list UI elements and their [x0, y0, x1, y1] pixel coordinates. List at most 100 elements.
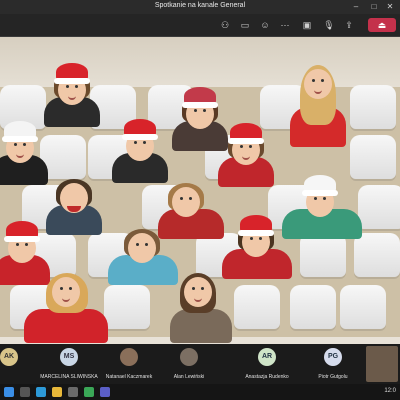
avatar: AK — [0, 348, 18, 366]
participant-name: Alan Lewiński — [173, 374, 205, 380]
beanie-hat-icon — [2, 121, 38, 142]
participant-tile[interactable]: AR Anastazja Rudenko — [234, 346, 300, 382]
eye — [240, 145, 243, 148]
avatar: MS — [60, 348, 78, 366]
eye — [16, 243, 19, 246]
participant-video[interactable] — [108, 215, 178, 285]
eye — [321, 79, 324, 82]
participant-tile[interactable]: PG Piotr Gutgolu — [300, 346, 366, 382]
eye — [192, 287, 195, 290]
seat — [350, 85, 396, 129]
participant-video[interactable] — [44, 57, 100, 127]
seat — [290, 285, 336, 329]
santa-hat-icon — [228, 123, 264, 144]
santa-hat-icon — [54, 63, 90, 84]
santa-hat-icon — [122, 119, 158, 140]
avatar: PG — [324, 348, 342, 366]
participant-name: Natanael Kaczmarek — [105, 374, 153, 380]
eye — [69, 287, 72, 290]
eye — [203, 109, 206, 112]
glasses-icon — [145, 243, 148, 246]
seat — [354, 233, 400, 277]
edge-icon[interactable] — [36, 387, 46, 397]
self-view-video[interactable] — [366, 346, 398, 382]
title-bar: Spotkanie na kanale General – □ ✕ — [0, 0, 400, 14]
eye — [194, 109, 197, 112]
glasses-icon — [136, 243, 139, 246]
participant-body — [24, 309, 108, 343]
leave-button[interactable]: ⏏ — [368, 18, 396, 32]
eye — [66, 85, 69, 88]
eye — [75, 85, 78, 88]
eye — [259, 237, 262, 240]
participant-video[interactable] — [282, 169, 362, 239]
share-icon[interactable]: ⇪ — [342, 18, 356, 32]
participant-tile[interactable]: Natanael Kaczmarek — [96, 346, 162, 382]
clock: 12:0 — [384, 388, 396, 394]
mic-icon[interactable]: 🎙 — [322, 18, 336, 32]
meeting-toolbar: ⚇ ▭ ☺ ⋯ ▣ 🎙 ⇪ ⏏ — [0, 14, 400, 37]
eye — [143, 141, 146, 144]
participant-name: Piotr Gutgolu — [318, 374, 348, 380]
participant-tile[interactable]: MS MARCELINA ŚLIWIŃSKA — [36, 346, 102, 382]
avatar: AR — [258, 348, 276, 366]
close-icon[interactable]: ✕ — [382, 0, 398, 14]
search-icon[interactable] — [20, 387, 30, 397]
eye — [249, 145, 252, 148]
maximize-icon[interactable]: □ — [366, 0, 382, 14]
participant-video[interactable] — [0, 115, 48, 185]
minimize-icon[interactable]: – — [348, 0, 364, 14]
taskbar: 12:0 — [0, 384, 400, 400]
santa-hat-icon — [4, 221, 40, 242]
participants-icon[interactable]: ⚇ — [218, 18, 232, 32]
seat — [300, 233, 346, 277]
participant-video[interactable] — [290, 51, 346, 147]
participant-face — [52, 277, 80, 307]
beanie-hat-icon — [302, 175, 338, 196]
eye — [189, 197, 192, 200]
eye — [60, 287, 63, 290]
participant-video[interactable] — [222, 209, 292, 279]
santa-hat-icon — [238, 215, 274, 236]
folder-icon[interactable] — [52, 387, 62, 397]
participant-face — [184, 277, 212, 307]
window-title: Spotkanie na kanale General — [154, 2, 246, 9]
eye — [134, 141, 137, 144]
participant-face — [172, 187, 200, 217]
seat — [340, 285, 386, 329]
store-icon[interactable] — [68, 387, 78, 397]
eye — [201, 287, 204, 290]
eye — [323, 197, 326, 200]
avatar — [180, 348, 198, 366]
reactions-icon[interactable]: ☺ — [258, 18, 272, 32]
teams-icon[interactable] — [100, 387, 110, 397]
seat — [358, 185, 400, 229]
eye — [250, 237, 253, 240]
more-icon[interactable]: ⋯ — [278, 18, 292, 32]
participants-strip: AK MS MARCELINA ŚLIWIŃSKA Natanael Kaczm… — [0, 344, 400, 384]
video-stage-together-mode — [0, 37, 400, 344]
avatar — [120, 348, 138, 366]
eye — [180, 197, 183, 200]
eye — [312, 79, 315, 82]
eye — [14, 143, 17, 146]
participant-video[interactable] — [218, 117, 274, 187]
windows-icon[interactable] — [4, 387, 14, 397]
participant-name: MARCELINA ŚLIWIŃSKA — [40, 374, 98, 380]
participant-tile[interactable]: Alan Lewiński — [156, 346, 222, 382]
participant-video[interactable] — [46, 165, 102, 235]
santa-hat-icon — [182, 87, 218, 108]
participant-face — [128, 233, 156, 263]
chat-icon[interactable]: ▭ — [238, 18, 252, 32]
participant-name: Anastazja Rudenko — [245, 374, 289, 380]
chrome-icon[interactable] — [84, 387, 94, 397]
eye — [23, 143, 26, 146]
eye — [314, 197, 317, 200]
camera-icon[interactable]: ▣ — [300, 18, 314, 32]
participant-body — [170, 309, 232, 343]
seat — [104, 285, 150, 329]
participant-video[interactable] — [170, 259, 232, 343]
eye — [25, 243, 28, 246]
participant-video[interactable] — [24, 259, 108, 343]
seat — [234, 285, 280, 329]
